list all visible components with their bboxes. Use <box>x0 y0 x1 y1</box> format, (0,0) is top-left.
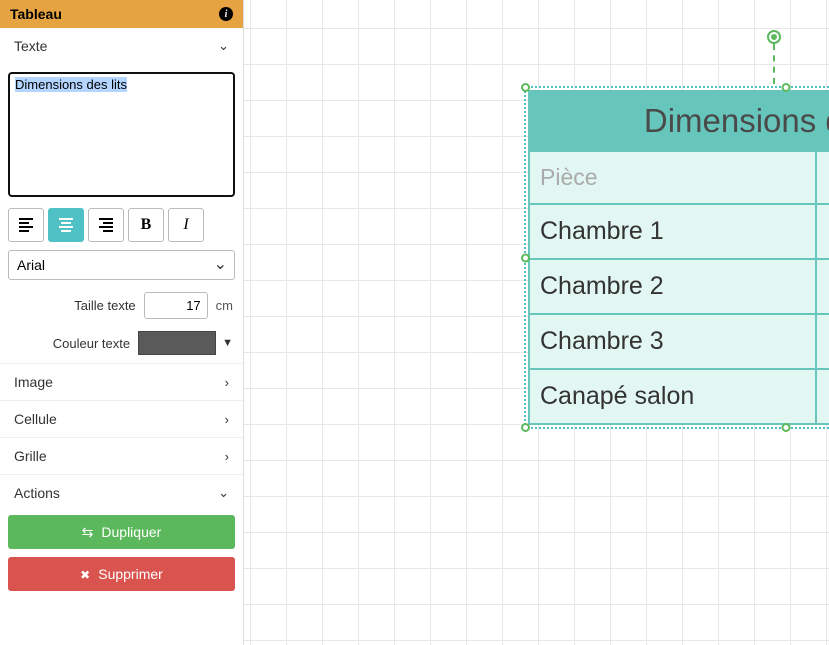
table-row: Chambre 2 160 200 <box>529 259 829 314</box>
chevron-right-icon: › <box>225 375 229 390</box>
chevron-right-icon: › <box>225 449 229 464</box>
chevron-right-icon: › <box>225 412 229 427</box>
close-icon <box>80 566 90 582</box>
header-piece[interactable]: Pièce <box>529 151 816 204</box>
section-texte-label: Texte <box>14 38 47 54</box>
rotate-handle[interactable] <box>767 30 781 84</box>
section-grille-label: Grille <box>14 448 47 464</box>
selected-object[interactable]: Dimensions des lits Pièce Largeur Longue… <box>524 86 829 429</box>
font-family-select[interactable]: Arial <box>8 250 235 280</box>
text-format-toolbar: B I <box>0 208 243 250</box>
font-color-swatch[interactable] <box>138 331 216 355</box>
font-size-input[interactable] <box>144 292 208 319</box>
table-row: Chambre 3 140 200 <box>529 314 829 369</box>
delete-button[interactable]: Supprimer <box>8 557 235 591</box>
section-cellule[interactable]: Cellule › <box>0 400 243 437</box>
duplicate-label: Dupliquer <box>101 524 161 540</box>
section-actions[interactable]: Actions ⌄ <box>0 474 243 511</box>
resize-handle-bl[interactable] <box>521 423 530 432</box>
panel-title-bar: Tableau i <box>0 0 243 28</box>
panel-title: Tableau <box>10 6 62 22</box>
font-size-unit: cm <box>216 298 233 313</box>
align-right-button[interactable] <box>88 208 124 242</box>
align-left-button[interactable] <box>8 208 44 242</box>
caret-down-icon[interactable]: ▼ <box>222 337 233 349</box>
canvas[interactable]: Dimensions des lits Pièce Largeur Longue… <box>244 0 829 645</box>
properties-panel: Tableau i Texte ⌄ Dimensions des lits B … <box>0 0 244 645</box>
font-size-label: Taille texte <box>74 298 135 313</box>
resize-handle-tl[interactable] <box>521 83 530 92</box>
font-color-row: Couleur texte ▼ <box>0 327 243 363</box>
retweet-icon: ⇆ <box>82 524 94 541</box>
table-title-cell[interactable]: Dimensions des lits <box>529 91 829 151</box>
delete-label: Supprimer <box>98 566 163 582</box>
section-image[interactable]: Image › <box>0 363 243 400</box>
section-image-label: Image <box>14 374 53 390</box>
dimensions-table[interactable]: Dimensions des lits Pièce Largeur Longue… <box>528 90 829 425</box>
cell-text-input[interactable]: Dimensions des lits <box>8 72 235 197</box>
table-row: Chambre 1 180 200 <box>529 204 829 259</box>
font-color-label: Couleur texte <box>53 336 130 351</box>
section-actions-label: Actions <box>14 485 60 501</box>
duplicate-button[interactable]: ⇆ Dupliquer <box>8 515 235 549</box>
header-largeur[interactable]: Largeur <box>816 151 829 204</box>
info-icon[interactable]: i <box>219 7 233 21</box>
chevron-down-icon: ⌄ <box>218 485 229 501</box>
font-size-row: Taille texte cm <box>0 288 243 327</box>
section-texte[interactable]: Texte ⌄ <box>0 28 243 64</box>
resize-handle-bm[interactable] <box>782 423 791 432</box>
bold-button[interactable]: B <box>128 208 164 242</box>
resize-handle-tm[interactable] <box>782 83 791 92</box>
section-grille[interactable]: Grille › <box>0 437 243 474</box>
resize-handle-ml[interactable] <box>521 253 530 262</box>
table-row: Canapé salon 140 190 <box>529 369 829 424</box>
italic-button[interactable]: I <box>168 208 204 242</box>
align-center-button[interactable] <box>48 208 84 242</box>
section-cellule-label: Cellule <box>14 411 57 427</box>
chevron-down-icon: ⌄ <box>218 38 229 54</box>
